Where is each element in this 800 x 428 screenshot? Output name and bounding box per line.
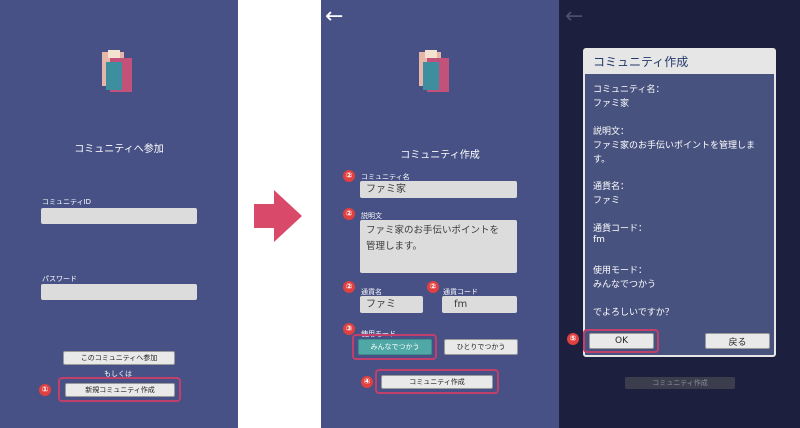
mode-solo-button[interactable]: ひとりでつかう — [444, 339, 518, 355]
dialog-title: コミュニティ作成 — [585, 50, 774, 74]
dialog-line: fm — [593, 235, 605, 245]
page-title: コミュニティ作成 — [400, 150, 480, 161]
dialog-line: す。 — [593, 155, 611, 165]
dialog-line: ファミ家のお手伝いポイントを管理しま — [593, 141, 756, 151]
dialog-line: コミュニティ名： — [593, 85, 665, 95]
dialog-line: ファミ家 — [593, 99, 630, 109]
join-community-button[interactable]: このコミュニティへ参加 — [63, 351, 175, 365]
step-marker-code: ② — [427, 281, 439, 293]
create-community-screen: ← コミュニティ作成 ② コミュニティ名 ファミ家 ② 説明文 ファミ家のお手伝… — [321, 0, 559, 428]
step-marker-name: ② — [343, 170, 355, 182]
back-arrow-icon: ← — [565, 4, 584, 29]
create-community-button[interactable]: コミュニティ作成 — [381, 375, 493, 389]
dialog-line: 通貨名： — [593, 182, 630, 192]
step-marker: ① — [39, 384, 51, 396]
step-marker-mode: ③ — [343, 323, 355, 335]
create-community-button[interactable]: 新規コミュニティ作成 — [65, 383, 175, 397]
tutorial-stage: コミュニティへ参加 コミュニティID パスワード このコミュニティへ参加 もしく… — [0, 0, 800, 428]
dialog-line: 通貨コード： — [593, 224, 648, 234]
description-line: ファミ家のお手伝いポイントを — [366, 225, 500, 236]
create-community-button-disabled: コミュニティ作成 — [625, 377, 735, 389]
password-label: パスワード — [42, 275, 77, 283]
step-marker-desc: ② — [343, 208, 355, 220]
join-community-screen: コミュニティへ参加 コミュニティID パスワード このコミュニティへ参加 もしく… — [0, 0, 238, 428]
step-marker-currency: ② — [343, 281, 355, 293]
step-marker-create: ④ — [361, 376, 373, 388]
app-logo-icon — [102, 50, 132, 92]
description-input[interactable]: ファミ家のお手伝いポイントを 管理します。 — [360, 220, 517, 273]
dialog-line: 説明文： — [593, 127, 630, 137]
password-input[interactable] — [41, 284, 197, 300]
community-name-input[interactable]: ファミ家 — [360, 181, 517, 198]
dialog-line: でよろしいですか？ — [593, 308, 674, 318]
back-button[interactable]: 戻る — [705, 333, 770, 349]
step-marker: ⑤ — [567, 333, 579, 345]
mode-shared-button[interactable]: みんなでつかう — [358, 339, 432, 355]
community-id-label: コミュニティID — [42, 198, 92, 206]
description-line: 管理します。 — [366, 241, 423, 252]
next-arrow-icon — [254, 190, 302, 242]
confirm-dialog: コミュニティ作成 コミュニティ名： ファミ家 説明文： ファミ家のお手伝いポイン… — [583, 48, 776, 357]
app-logo-icon — [419, 50, 449, 92]
back-arrow-icon[interactable]: ← — [325, 6, 343, 28]
community-id-input[interactable] — [41, 208, 197, 224]
page-title: コミュニティへ参加 — [74, 144, 164, 155]
ok-button[interactable]: OK — [589, 333, 654, 349]
dialog-line: 使用モード： — [593, 266, 648, 276]
dialog-line: みんなでつかう — [593, 280, 657, 290]
currency-name-input[interactable]: ファミ — [360, 296, 423, 313]
confirm-dialog-screen: ← コミュニティ作成 コミュニティ名： ファミ家 説明文： ファミ家のお手伝いポ… — [559, 0, 800, 428]
dialog-line: ファミ — [593, 196, 621, 206]
currency-code-input[interactable]: fm — [442, 296, 517, 313]
